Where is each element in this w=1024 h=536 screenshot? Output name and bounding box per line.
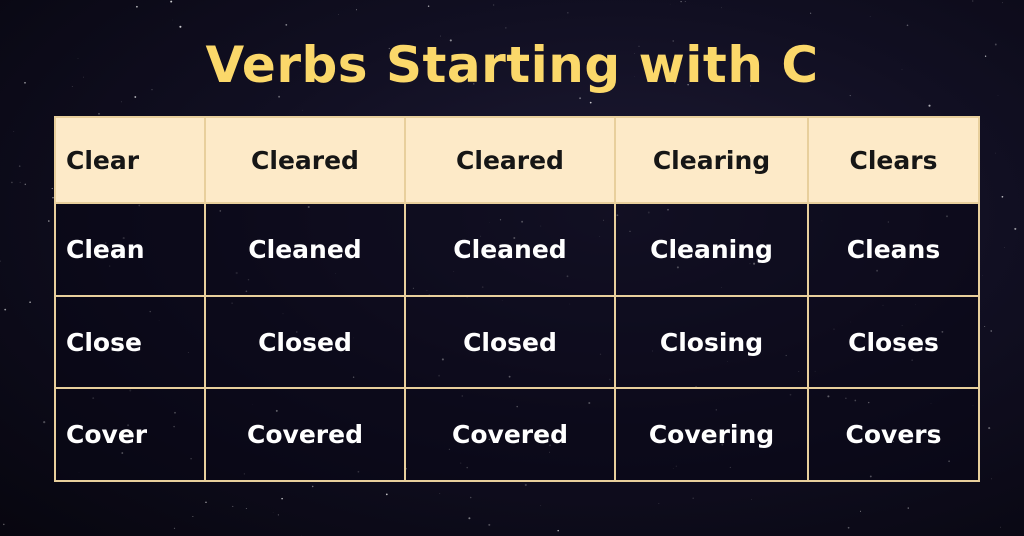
table-cell: Cleared (404, 115, 616, 205)
table-cell: Closing (614, 294, 809, 390)
star (385, 493, 388, 496)
table-cell: Cleaning (614, 202, 809, 297)
table-cell: Closes (807, 294, 980, 390)
star (439, 493, 441, 494)
star (98, 112, 100, 115)
star (907, 507, 909, 509)
star (524, 483, 527, 487)
star (170, 0, 173, 3)
star (721, 7, 722, 9)
star (928, 104, 931, 107)
table-header-row: Clear Cleared Cleared Clearing Clears (54, 115, 980, 205)
table-row: Close Closed Closed Closing Closes (54, 294, 980, 390)
star (859, 510, 862, 512)
table-cell: Closed (404, 294, 616, 390)
star (849, 95, 851, 97)
star (136, 5, 138, 8)
star (589, 101, 592, 104)
table-cell: Covering (614, 387, 809, 482)
star (311, 485, 314, 488)
star (1014, 227, 1017, 230)
star (338, 14, 339, 15)
table-cell: Covered (404, 387, 616, 482)
star (18, 165, 21, 167)
star (488, 523, 491, 526)
star (906, 24, 909, 27)
star (285, 24, 288, 26)
star (680, 0, 682, 3)
star (13, 131, 15, 132)
star (658, 503, 660, 504)
star (997, 94, 999, 96)
star (232, 505, 234, 507)
star (179, 25, 182, 28)
verb-table: Clear Cleared Cleared Clearing Clears Clean Cl… (54, 115, 980, 482)
star (19, 181, 21, 183)
star (990, 330, 992, 332)
star (505, 27, 507, 29)
star (192, 515, 194, 517)
star (120, 101, 122, 103)
table-cell: Closed (204, 294, 406, 390)
table-row: Clean Cleaned Cleaned Cleaning Cleans (54, 202, 980, 297)
page-title: Verbs Starting with C (205, 36, 819, 94)
star (43, 421, 46, 424)
star (277, 514, 279, 516)
star (47, 220, 50, 222)
table-cell: Cleared (204, 115, 406, 205)
table-cell: Cleaned (204, 202, 406, 297)
star (1000, 526, 1001, 528)
star (995, 152, 996, 154)
table-cell: Cleans (807, 202, 980, 297)
table-cell: Clean (54, 202, 206, 297)
star (24, 183, 27, 186)
star (579, 97, 582, 100)
table-cell: Covers (807, 387, 980, 482)
star (692, 497, 694, 499)
star (245, 508, 247, 509)
table-cell: Close (54, 294, 206, 390)
star (984, 326, 986, 327)
table-cell: Clearing (614, 115, 809, 205)
star (567, 12, 569, 14)
star (809, 12, 812, 14)
star (988, 427, 991, 430)
table-row: Cover Covered Covered Covering Covers (54, 387, 980, 482)
star (11, 181, 13, 184)
star (281, 497, 283, 500)
star (990, 478, 992, 480)
table-cell: Clear (54, 115, 206, 205)
star (29, 301, 31, 304)
star (173, 527, 176, 529)
star (540, 505, 542, 506)
star (684, 1, 686, 2)
star (278, 95, 281, 98)
star (356, 9, 357, 11)
star (1001, 195, 1004, 198)
star (847, 526, 850, 529)
star (0, 260, 1, 262)
star (205, 501, 207, 504)
star (972, 0, 974, 2)
table-cell: Cover (54, 387, 206, 482)
star (427, 5, 430, 7)
table-cell: Clears (807, 115, 980, 205)
star (493, 4, 495, 6)
star (4, 308, 7, 311)
star (468, 517, 471, 520)
star (469, 496, 472, 499)
star (1002, 2, 1003, 4)
star (557, 529, 559, 532)
star (134, 96, 137, 98)
star (172, 19, 173, 21)
star (3, 523, 5, 526)
table-cell: Covered (204, 387, 406, 482)
table-cell: Cleaned (404, 202, 616, 297)
star (51, 188, 53, 190)
